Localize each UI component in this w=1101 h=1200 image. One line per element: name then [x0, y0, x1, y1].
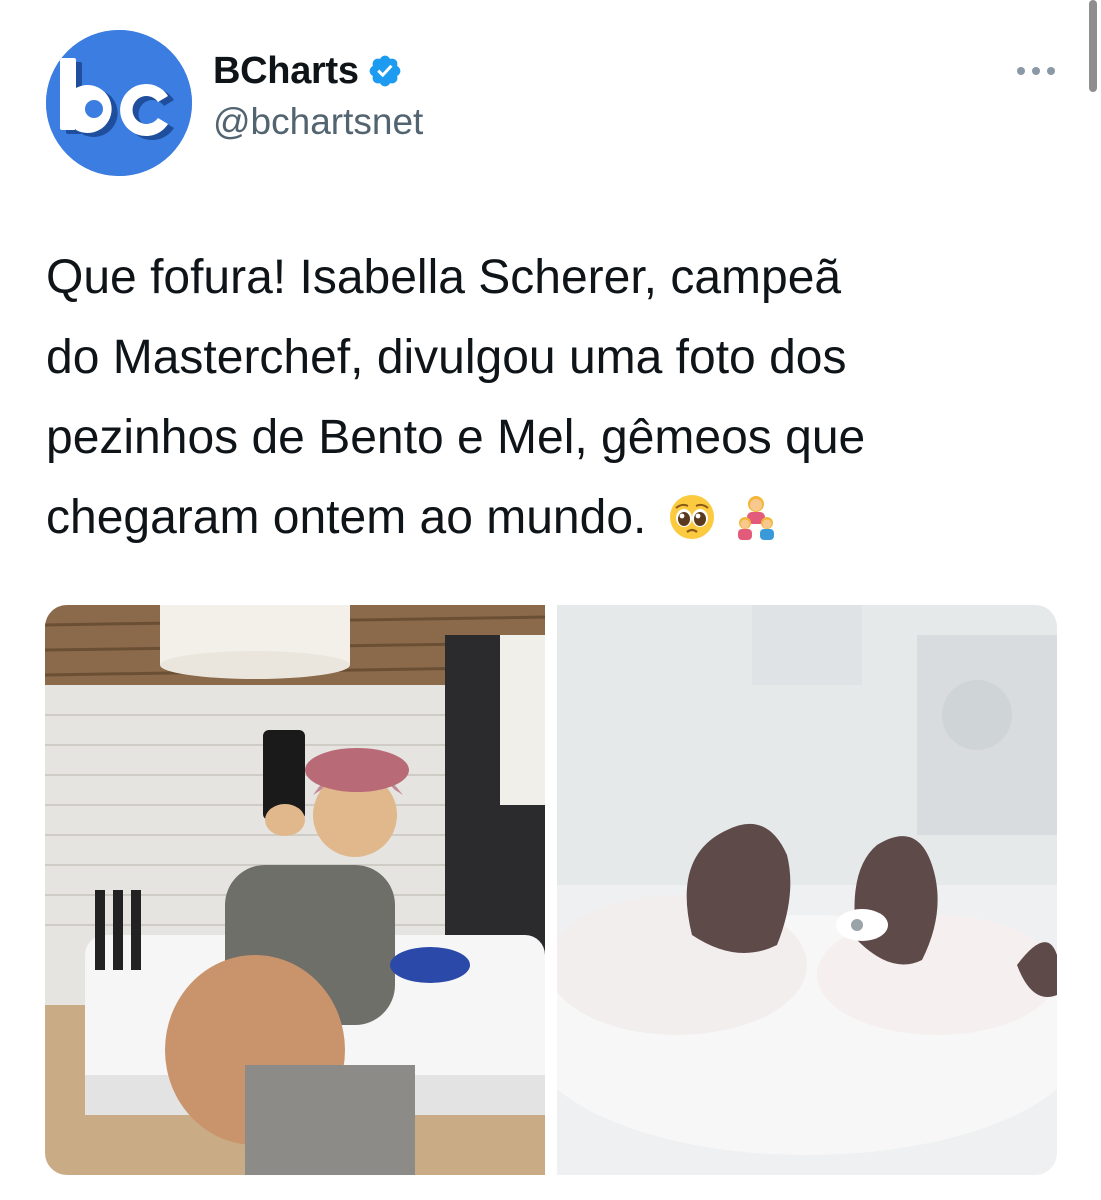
tweet-text: Que fofura! Isabella Scherer, campeã do …: [46, 238, 1066, 558]
display-name[interactable]: BCharts: [213, 48, 359, 94]
selfie-photo-icon: [45, 605, 545, 1175]
bcharts-logo-icon: [46, 30, 192, 176]
photo-left[interactable]: [45, 605, 545, 1175]
baby-feet-photo-icon: [557, 605, 1057, 1175]
verified-badge-icon: [369, 55, 401, 87]
family-emoji-icon: [738, 496, 775, 540]
scrollbar[interactable]: [1089, 0, 1097, 92]
tweet-media: [45, 605, 1057, 1175]
more-options-icon[interactable]: [1013, 56, 1059, 86]
author-handle[interactable]: @bchartsnet: [213, 100, 423, 144]
tweet-page: BCharts @bchartsnet Que fofura! Isabella…: [0, 0, 1101, 1200]
photo-right[interactable]: [557, 605, 1057, 1175]
pleading-face-emoji-icon: [670, 495, 715, 539]
avatar[interactable]: [46, 30, 192, 176]
author-name-row[interactable]: BCharts: [213, 48, 403, 94]
